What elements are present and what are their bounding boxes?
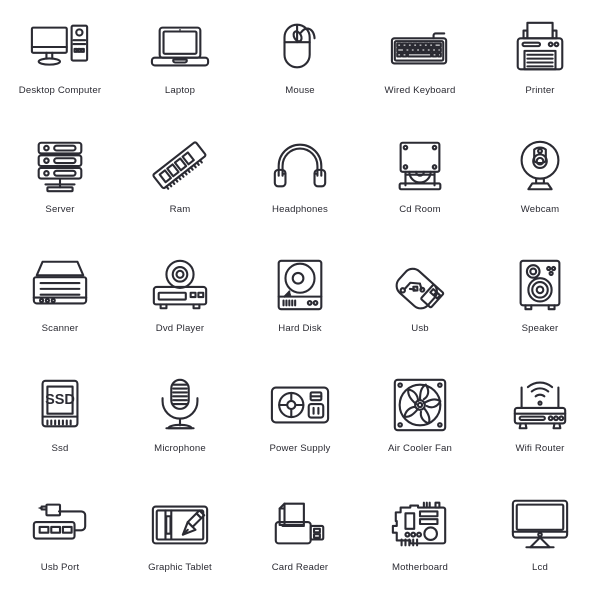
wired-keyboard-icon	[389, 18, 451, 76]
desktop-computer-icon	[29, 18, 91, 76]
usb-port-hub-icon	[29, 495, 91, 553]
icon-label-ssd: Ssd	[51, 442, 69, 454]
graphic-tablet-icon	[149, 495, 211, 553]
card-reader-icon	[269, 495, 331, 553]
icon-label-desktop-computer: Desktop Computer	[18, 85, 102, 96]
icon-label-microphone: Microphone	[154, 442, 206, 454]
icon-label-dvd-player: Dvd Player	[155, 323, 205, 335]
icon-label-mouse: Mouse	[285, 85, 315, 96]
icon-cell-cd-room[interactable]: Cd Room	[360, 123, 480, 242]
hard-disk-icon	[269, 256, 331, 314]
motherboard-icon	[389, 495, 451, 553]
icon-label-air-cooler-fan: Air Cooler Fan	[388, 442, 452, 454]
svg-text:SSD: SSD	[45, 392, 75, 408]
icon-cell-desktop-computer[interactable]: Desktop Computer	[0, 4, 120, 123]
laptop-icon	[149, 18, 211, 76]
icon-cell-power-supply[interactable]: Power Supply	[240, 362, 360, 481]
ram-module-icon	[149, 137, 211, 195]
icon-label-scanner: Scanner	[41, 323, 79, 335]
icon-cell-laptop[interactable]: Laptop	[120, 4, 240, 123]
webcam-icon	[509, 137, 571, 195]
icon-cell-speaker[interactable]: Speaker	[480, 242, 600, 361]
ssd-icon: SSD	[29, 376, 91, 434]
icon-cell-microphone[interactable]: Microphone	[120, 362, 240, 481]
icon-cell-webcam[interactable]: Webcam	[480, 123, 600, 242]
icon-label-usb-port: Usb Port	[40, 561, 80, 573]
icon-cell-motherboard[interactable]: Motherboard	[360, 481, 480, 600]
icon-label-laptop: Laptop	[164, 85, 196, 96]
air-cooler-fan-icon	[389, 376, 451, 434]
wifi-router-icon	[509, 376, 571, 434]
usb-flash-drive-icon	[389, 256, 451, 314]
scanner-icon	[29, 256, 91, 314]
icon-cell-headphones[interactable]: Headphones	[240, 123, 360, 242]
icon-label-motherboard: Motherboard	[391, 561, 449, 573]
icon-label-headphones: Headphones	[272, 204, 328, 216]
icon-label-webcam: Webcam	[520, 204, 560, 216]
icon-cell-ssd[interactable]: SSD Ssd	[0, 362, 120, 481]
icon-label-usb: Usb	[411, 323, 429, 335]
icon-label-hard-disk: Hard Disk	[278, 323, 322, 335]
icon-label-wired-keyboard: Wired Keyboard	[384, 85, 456, 96]
icon-cell-server[interactable]: Server	[0, 123, 120, 242]
icon-label-wifi-router: Wifi Router	[515, 442, 565, 454]
mouse-icon	[269, 18, 331, 76]
icon-label-graphic-tablet: Graphic Tablet	[148, 561, 212, 573]
lcd-monitor-icon	[509, 495, 571, 553]
icon-label-ram: Ram	[169, 204, 191, 216]
icon-label-lcd: Lcd	[532, 561, 548, 573]
icon-cell-mouse[interactable]: Mouse	[240, 4, 360, 123]
microphone-icon	[149, 376, 211, 434]
icon-cell-lcd[interactable]: Lcd	[480, 481, 600, 600]
dvd-player-icon	[149, 256, 211, 314]
icon-cell-card-reader[interactable]: Card Reader	[240, 481, 360, 600]
icon-cell-graphic-tablet[interactable]: Graphic Tablet	[120, 481, 240, 600]
icon-cell-usb-port[interactable]: Usb Port	[0, 481, 120, 600]
cd-rom-drive-icon	[389, 137, 451, 195]
speaker-icon	[509, 256, 571, 314]
icon-cell-dvd-player[interactable]: Dvd Player	[120, 242, 240, 361]
server-icon	[29, 137, 91, 195]
printer-icon	[509, 18, 571, 76]
icon-label-speaker: Speaker	[521, 323, 559, 335]
icon-label-server: Server	[45, 204, 75, 216]
icon-cell-printer[interactable]: Printer	[480, 4, 600, 123]
icon-grid: Desktop Computer Laptop Mouse Wired Keyboar…	[0, 0, 600, 600]
power-supply-icon	[269, 376, 331, 434]
icon-cell-wifi-router[interactable]: Wifi Router	[480, 362, 600, 481]
headphones-icon	[269, 137, 331, 195]
icon-cell-wired-keyboard[interactable]: Wired Keyboard	[360, 4, 480, 123]
icon-cell-hard-disk[interactable]: Hard Disk	[240, 242, 360, 361]
icon-cell-usb[interactable]: Usb	[360, 242, 480, 361]
icon-cell-scanner[interactable]: Scanner	[0, 242, 120, 361]
icon-label-printer: Printer	[525, 85, 555, 96]
icon-cell-air-cooler-fan[interactable]: Air Cooler Fan	[360, 362, 480, 481]
icon-label-power-supply: Power Supply	[269, 442, 331, 454]
icon-label-cd-room: Cd Room	[399, 204, 441, 216]
icon-cell-ram[interactable]: Ram	[120, 123, 240, 242]
icon-label-card-reader: Card Reader	[271, 561, 329, 573]
